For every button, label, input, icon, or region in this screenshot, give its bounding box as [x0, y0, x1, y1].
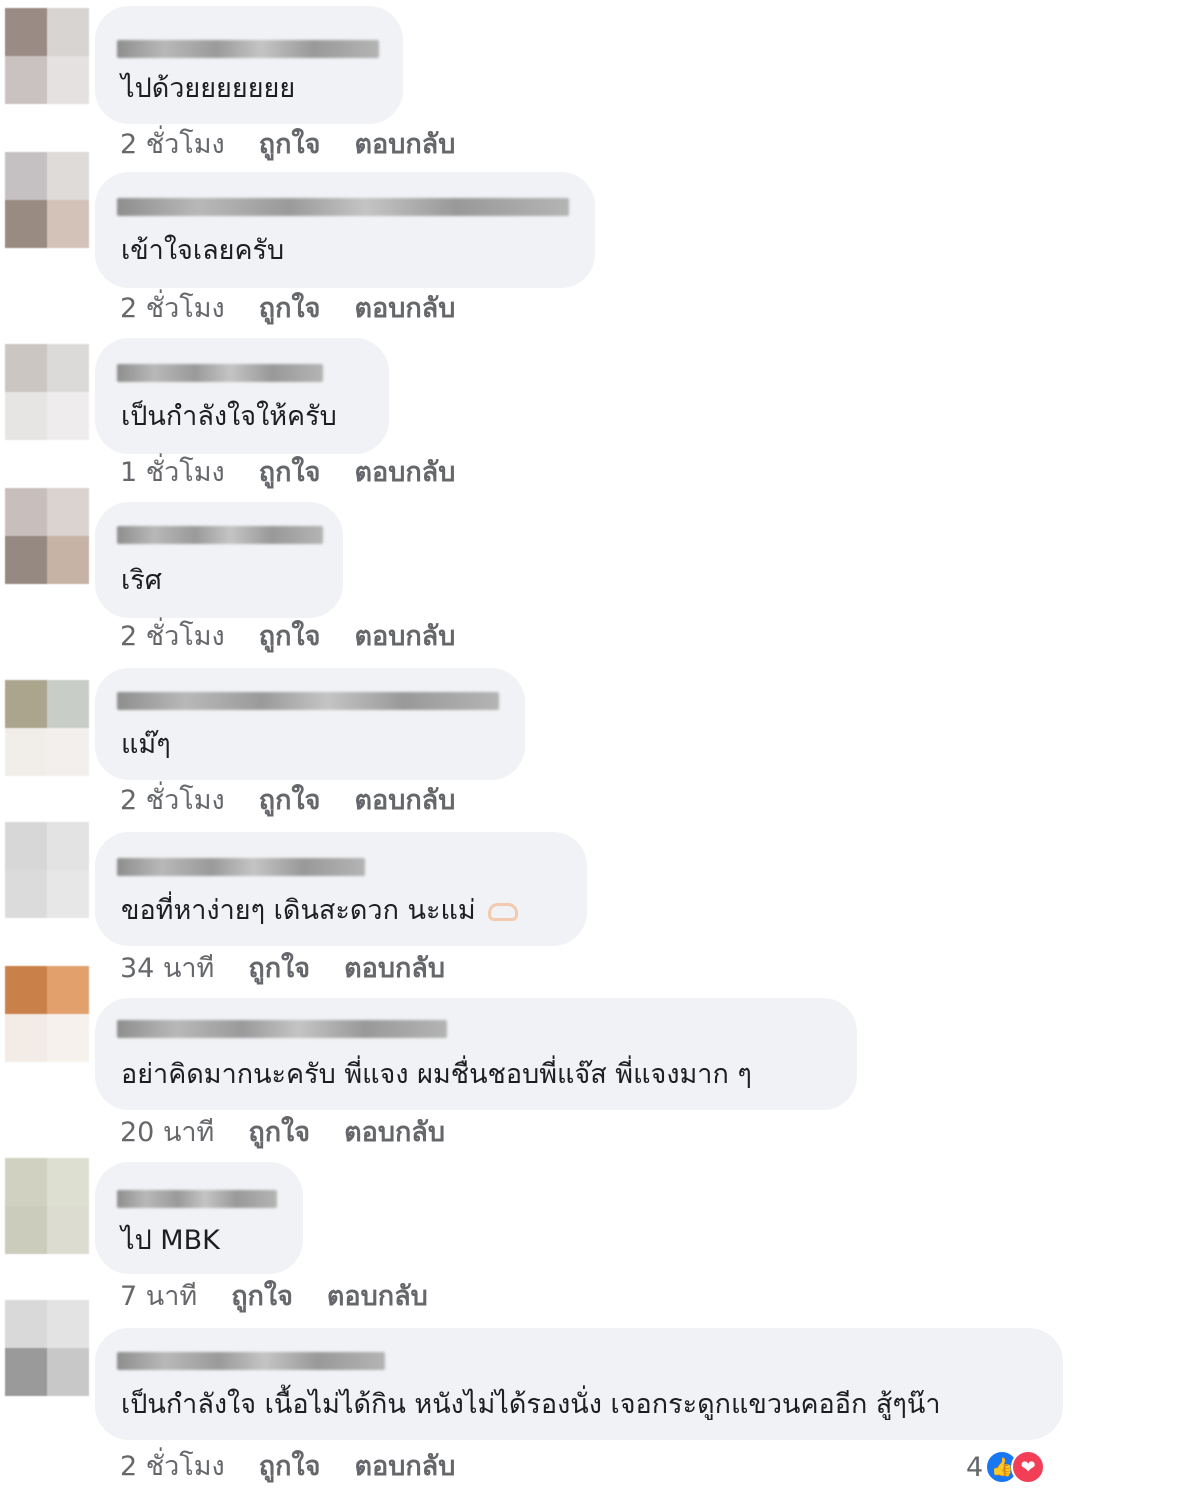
- avatar[interactable]: [5, 966, 89, 1062]
- comment-meta: 2 ชั่วโมง ถูกใจ ตอบกลับ: [120, 620, 489, 654]
- avatar[interactable]: [5, 488, 89, 584]
- reply-button[interactable]: ตอบกลับ: [354, 621, 455, 652]
- reply-button[interactable]: ตอบกลับ: [354, 293, 455, 324]
- reply-button[interactable]: ตอบกลับ: [344, 953, 445, 984]
- comment-text: แม๊ๆ: [121, 729, 171, 760]
- like-button[interactable]: ถูกใจ: [259, 785, 321, 816]
- like-button[interactable]: ถูกใจ: [259, 129, 321, 160]
- comment-text: เป็นกำลังใจ เนื้อไม่ได้กิน หนังไม่ได้รอง…: [121, 1389, 941, 1420]
- comment-text-content: ขอที่หาง่ายๆ เดินสะดวก นะแม่: [121, 895, 476, 926]
- avatar[interactable]: [5, 8, 89, 104]
- author-name-redacted[interactable]: [117, 1190, 277, 1208]
- comment-text: อย่าคิดมากนะครับ พี่แจง ผมชื่นชอบพี่แจ๊ส…: [121, 1059, 752, 1090]
- comment-meta: 2 ชั่วโมง ถูกใจ ตอบกลับ: [120, 292, 489, 326]
- reaction-count: 4: [966, 1451, 984, 1483]
- like-button[interactable]: ถูกใจ: [259, 621, 321, 652]
- author-name-redacted[interactable]: [117, 858, 365, 876]
- comment-time[interactable]: 2 ชั่วโมง: [120, 785, 225, 816]
- like-button[interactable]: ถูกใจ: [248, 1117, 310, 1148]
- author-name-redacted[interactable]: [117, 1352, 385, 1370]
- comment-bubble: เป็นกำลังใจ เนื้อไม่ได้กิน หนังไม่ได้รอง…: [95, 1328, 1063, 1440]
- comment-meta: 34 นาที ถูกใจ ตอบกลับ: [120, 952, 479, 986]
- reply-button[interactable]: ตอบกลับ: [354, 457, 455, 488]
- car-emoji-icon: [487, 902, 518, 921]
- comment-meta: 1 ชั่วโมง ถูกใจ ตอบกลับ: [120, 456, 489, 490]
- comment-text: เข้าใจเลยครับ: [121, 235, 285, 266]
- comment-bubble: ไปด้วยยยยยยย: [95, 6, 403, 124]
- avatar[interactable]: [5, 822, 89, 918]
- like-button[interactable]: ถูกใจ: [231, 1281, 293, 1312]
- comment-time[interactable]: 1 ชั่วโมง: [120, 457, 225, 488]
- comment-bubble: ขอที่หาง่ายๆ เดินสะดวก นะแม่: [95, 832, 587, 946]
- comment-text: ขอที่หาง่ายๆ เดินสะดวก นะแม่: [121, 894, 518, 928]
- comment-time[interactable]: 34 นาที: [120, 953, 214, 984]
- avatar[interactable]: [5, 1158, 89, 1254]
- like-button[interactable]: ถูกใจ: [248, 953, 310, 984]
- author-name-redacted[interactable]: [117, 364, 323, 382]
- comment-meta: 20 นาที ถูกใจ ตอบกลับ: [120, 1116, 479, 1150]
- comment-time[interactable]: 2 ชั่วโมง: [120, 621, 225, 652]
- reply-button[interactable]: ตอบกลับ: [354, 785, 455, 816]
- avatar[interactable]: [5, 152, 89, 248]
- like-button[interactable]: ถูกใจ: [259, 293, 321, 324]
- author-name-redacted[interactable]: [117, 198, 569, 216]
- like-button[interactable]: ถูกใจ: [259, 1451, 321, 1482]
- avatar[interactable]: [5, 344, 89, 440]
- love-icon: ❤: [1011, 1450, 1046, 1484]
- comment-time[interactable]: 7 นาที: [120, 1281, 197, 1312]
- reply-button[interactable]: ตอบกลับ: [327, 1281, 428, 1312]
- reply-button[interactable]: ตอบกลับ: [344, 1117, 445, 1148]
- comment-text: ไป MBK: [121, 1225, 220, 1256]
- comment-bubble: เข้าใจเลยครับ: [95, 172, 595, 288]
- reply-button[interactable]: ตอบกลับ: [354, 129, 455, 160]
- comment-bubble: ไป MBK: [95, 1162, 303, 1274]
- author-name-redacted[interactable]: [117, 40, 379, 58]
- comment-time[interactable]: 20 นาที: [120, 1117, 214, 1148]
- comment-text: ไปด้วยยยยยยย: [121, 73, 296, 104]
- comment-meta: 2 ชั่วโมง ถูกใจ ตอบกลับ: [120, 1450, 489, 1484]
- avatar[interactable]: [5, 1300, 89, 1396]
- avatar[interactable]: [5, 680, 89, 776]
- comment-bubble: เป็นกำลังใจให้ครับ: [95, 338, 389, 454]
- comment-bubble: อย่าคิดมากนะครับ พี่แจง ผมชื่นชอบพี่แจ๊ส…: [95, 998, 857, 1110]
- reply-button[interactable]: ตอบกลับ: [354, 1451, 455, 1482]
- like-button[interactable]: ถูกใจ: [259, 457, 321, 488]
- comment-time[interactable]: 2 ชั่วโมง: [120, 129, 225, 160]
- comment-time[interactable]: 2 ชั่วโมง: [120, 293, 225, 324]
- author-name-redacted[interactable]: [117, 1020, 447, 1038]
- author-name-redacted[interactable]: [117, 526, 323, 544]
- comment-text: เป็นกำลังใจให้ครับ: [121, 401, 337, 432]
- comment-meta: 2 ชั่วโมง ถูกใจ ตอบกลับ: [120, 128, 489, 162]
- comment-time[interactable]: 2 ชั่วโมง: [120, 1451, 225, 1482]
- comment-bubble: แม๊ๆ: [95, 668, 525, 780]
- reaction-summary[interactable]: 4 👍 ❤: [966, 1447, 1046, 1487]
- comment-meta: 2 ชั่วโมง ถูกใจ ตอบกลับ: [120, 784, 489, 818]
- comment-meta: 7 นาที ถูกใจ ตอบกลับ: [120, 1280, 462, 1314]
- comment-bubble: เริศ: [95, 502, 343, 618]
- author-name-redacted[interactable]: [117, 692, 499, 710]
- comment-text: เริศ: [121, 565, 162, 596]
